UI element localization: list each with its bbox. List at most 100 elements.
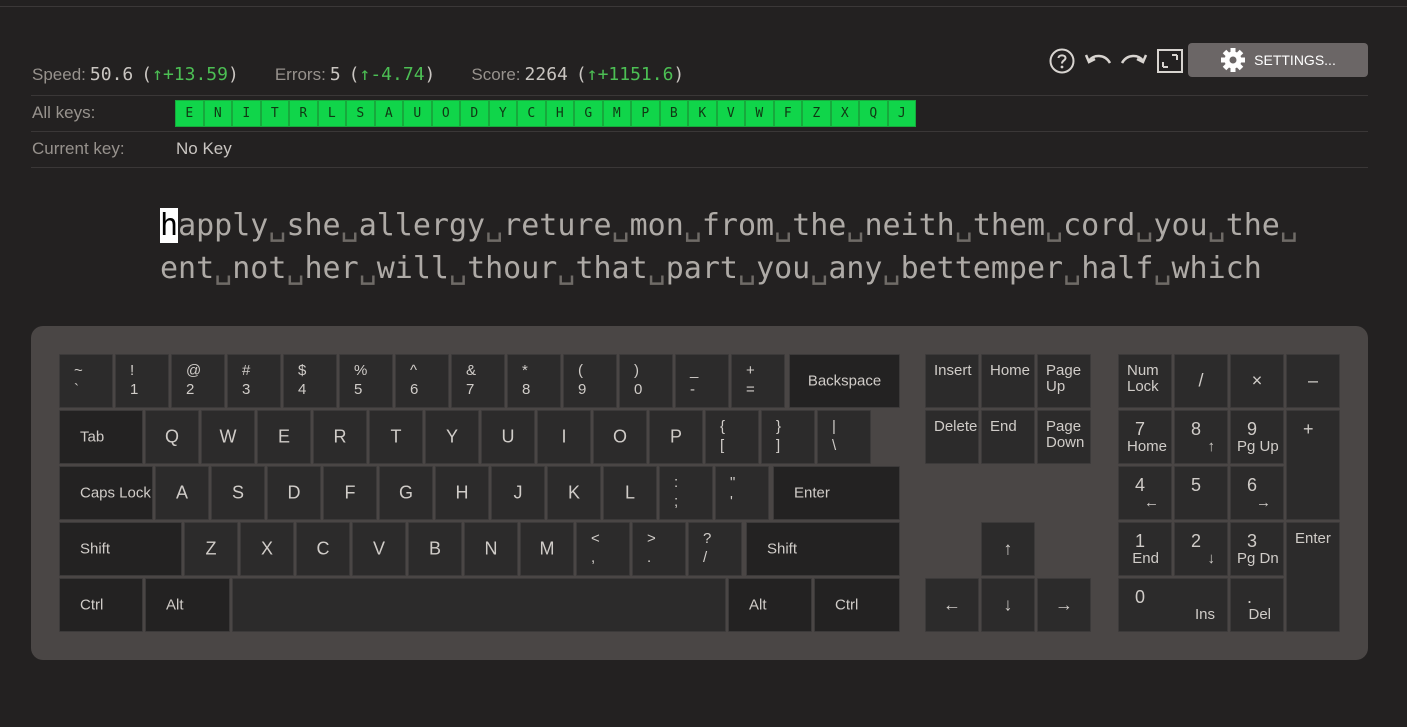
- numpad-divide-key[interactable]: /: [1174, 354, 1228, 408]
- key-e[interactable]: E: [257, 410, 311, 464]
- key-7[interactable]: & 7: [451, 354, 505, 408]
- left-ctrl-key[interactable]: Ctrl: [59, 578, 143, 632]
- settings-button[interactable]: SETTINGS...: [1188, 43, 1368, 77]
- key-chip[interactable]: O: [431, 100, 460, 127]
- key-v[interactable]: V: [352, 522, 406, 576]
- key-chip[interactable]: H: [545, 100, 574, 127]
- space-key[interactable]: [232, 578, 726, 632]
- key-a[interactable]: A: [155, 466, 209, 520]
- key-y[interactable]: Y: [425, 410, 479, 464]
- right-alt-key[interactable]: Alt: [728, 578, 812, 632]
- key-chip[interactable]: P: [631, 100, 660, 127]
- key-t[interactable]: T: [369, 410, 423, 464]
- page-down-key[interactable]: Page Down: [1037, 410, 1091, 464]
- num-lock-key[interactable]: Num Lock: [1118, 354, 1172, 408]
- key-m[interactable]: M: [520, 522, 574, 576]
- key-chip[interactable]: G: [574, 100, 603, 127]
- numpad-0-key[interactable]: 0 Ins: [1118, 578, 1228, 632]
- tab-key[interactable]: Tab: [59, 410, 143, 464]
- key-chip[interactable]: J: [887, 100, 916, 127]
- key-2[interactable]: @2: [171, 354, 225, 408]
- key-chip[interactable]: D: [460, 100, 489, 127]
- key-chip[interactable]: Y: [488, 100, 517, 127]
- key-8[interactable]: * 8: [507, 354, 561, 408]
- key-sym[interactable]: }]: [761, 410, 815, 464]
- help-circle-icon[interactable]: [1046, 45, 1078, 77]
- key-5[interactable]: % 5: [339, 354, 393, 408]
- key-chip[interactable]: W: [745, 100, 774, 127]
- key-d[interactable]: D: [267, 466, 321, 520]
- key-f[interactable]: F: [323, 466, 377, 520]
- key-=[interactable]: + =: [731, 354, 785, 408]
- key-w[interactable]: W: [201, 410, 255, 464]
- key-j[interactable]: J: [491, 466, 545, 520]
- key-chip[interactable]: Z: [802, 100, 831, 127]
- numpad-7-key[interactable]: 7 Home: [1118, 410, 1172, 464]
- key-chip[interactable]: U: [403, 100, 432, 127]
- key-s[interactable]: S: [211, 466, 265, 520]
- right-shift-key[interactable]: Shift: [746, 522, 900, 576]
- key-0[interactable]: ) 0: [619, 354, 673, 408]
- key-chip[interactable]: A: [374, 100, 403, 127]
- fullscreen-icon[interactable]: [1154, 45, 1186, 77]
- key-b[interactable]: B: [408, 522, 462, 576]
- key-9[interactable]: (9: [563, 354, 617, 408]
- key-sym[interactable]: <,: [576, 522, 630, 576]
- key-x[interactable]: X: [240, 522, 294, 576]
- key-chip[interactable]: F: [773, 100, 802, 127]
- key-chip[interactable]: B: [659, 100, 688, 127]
- arrow-up-key[interactable]: ↑: [981, 522, 1035, 576]
- key-sym[interactable]: {[: [705, 410, 759, 464]
- key-4[interactable]: $4: [283, 354, 337, 408]
- key-chip[interactable]: C: [517, 100, 546, 127]
- numpad-6-key[interactable]: 6 →: [1230, 466, 1284, 520]
- key-chip[interactable]: T: [260, 100, 289, 127]
- numpad-8-key[interactable]: 8 ↑: [1174, 410, 1228, 464]
- key-k[interactable]: K: [547, 466, 601, 520]
- delete-key[interactable]: Delete: [925, 410, 979, 464]
- key-l[interactable]: L: [603, 466, 657, 520]
- page-up-key[interactable]: Page Up: [1037, 354, 1091, 408]
- key-sym[interactable]: :;: [659, 466, 713, 520]
- key-1[interactable]: ! 1: [115, 354, 169, 408]
- key-sym[interactable]: >.: [632, 522, 686, 576]
- end-key[interactable]: End: [981, 410, 1035, 464]
- redo-icon[interactable]: [1118, 45, 1150, 77]
- key-sym[interactable]: | \: [817, 410, 871, 464]
- key-i[interactable]: I: [537, 410, 591, 464]
- left-alt-key[interactable]: Alt: [145, 578, 230, 632]
- numpad-1-key[interactable]: 1 End: [1118, 522, 1172, 576]
- key-chip[interactable]: L: [317, 100, 346, 127]
- arrow-right-key[interactable]: →: [1037, 578, 1091, 632]
- key-chip[interactable]: N: [203, 100, 232, 127]
- numpad-5-key[interactable]: 5: [1174, 466, 1228, 520]
- numpad-4-key[interactable]: 4 ←: [1118, 466, 1172, 520]
- key-chip[interactable]: V: [716, 100, 745, 127]
- key-g[interactable]: G: [379, 466, 433, 520]
- numpad-enter-key[interactable]: Enter: [1286, 522, 1340, 632]
- key-p[interactable]: P: [649, 410, 703, 464]
- key-sym[interactable]: " ': [715, 466, 769, 520]
- left-shift-key[interactable]: Shift: [59, 522, 182, 576]
- numpad-multiply-key[interactable]: ×: [1230, 354, 1284, 408]
- caps-lock-key[interactable]: Caps Lock: [59, 466, 153, 520]
- key-`[interactable]: ~ `: [59, 354, 113, 408]
- home-key[interactable]: Home: [981, 354, 1035, 408]
- key-3[interactable]: #3: [227, 354, 281, 408]
- numpad-9-key[interactable]: 9 Pg Up: [1230, 410, 1284, 464]
- right-ctrl-key[interactable]: Ctrl: [814, 578, 900, 632]
- key-chip[interactable]: K: [688, 100, 717, 127]
- key-chip[interactable]: E: [175, 100, 204, 127]
- arrow-left-key[interactable]: ←: [925, 578, 979, 632]
- arrow-down-key[interactable]: ↓: [981, 578, 1035, 632]
- key-n[interactable]: N: [464, 522, 518, 576]
- key--[interactable]: _ -: [675, 354, 729, 408]
- lesson-text[interactable]: happly␣she␣allergy␣reture␣mon␣from␣the␣n…: [160, 204, 1298, 290]
- numpad-3-key[interactable]: 3 Pg Dn: [1230, 522, 1284, 576]
- insert-key[interactable]: Insert: [925, 354, 979, 408]
- key-sym[interactable]: ? /: [688, 522, 742, 576]
- key-chip[interactable]: X: [830, 100, 859, 127]
- key-u[interactable]: U: [481, 410, 535, 464]
- key-6[interactable]: ^ 6: [395, 354, 449, 408]
- key-chip[interactable]: Q: [859, 100, 888, 127]
